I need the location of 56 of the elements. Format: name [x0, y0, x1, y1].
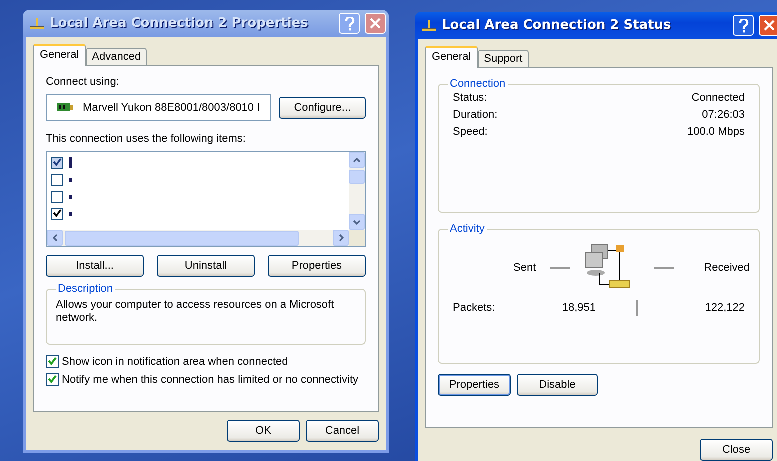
- checkbox[interactable]: [46, 355, 59, 368]
- tab[interactable]: Advanced: [86, 48, 148, 66]
- row-value: 07:26:03: [702, 109, 745, 121]
- scrollbar-thumb[interactable]: [65, 230, 299, 246]
- network-card-icon: [57, 102, 73, 113]
- status-action-button[interactable]: Disable: [517, 374, 598, 396]
- checkbox[interactable]: [46, 373, 59, 386]
- configure-button[interactable]: Configure...: [279, 96, 366, 118]
- help-button[interactable]: [733, 15, 754, 36]
- tab[interactable]: General: [33, 44, 86, 66]
- connect-using-label: Connect using:: [46, 76, 120, 88]
- scrollbar-corner: [349, 230, 365, 246]
- packets-sent: 18,951: [562, 302, 596, 314]
- row-value: 100.0 Mbps: [688, 126, 745, 138]
- received-label: Received: [704, 262, 750, 274]
- packets-label: Packets:: [453, 302, 496, 314]
- window-title: Local Area Connection 2 Properties: [50, 16, 310, 31]
- row-label: Duration:: [453, 109, 498, 121]
- dialog-button[interactable]: Cancel: [306, 420, 379, 442]
- help-icon: [738, 18, 748, 32]
- sent-label: Sent: [514, 262, 536, 274]
- option-label: Notify me when this connection has limited or no connectivity: [62, 374, 359, 386]
- group-title: Description: [57, 283, 114, 295]
- help-icon: [344, 16, 354, 30]
- list-action-button[interactable]: Install...: [46, 255, 144, 277]
- row-value: Connected: [692, 92, 745, 104]
- description-text: Allows your computer to access resources on a Microsoft network.: [56, 299, 336, 325]
- group-title: Activity: [449, 223, 486, 235]
- group-title: Connection: [449, 78, 507, 90]
- horizontal-scrollbar[interactable]: [47, 230, 349, 246]
- network-icon: [29, 18, 45, 30]
- scrollbar-thumb[interactable]: [349, 170, 365, 184]
- close-icon: [370, 18, 381, 29]
- checkbox[interactable]: [51, 174, 63, 186]
- tab[interactable]: Support: [478, 50, 529, 68]
- close-icon: [764, 20, 775, 31]
- checkbox[interactable]: [51, 208, 63, 220]
- checkbox[interactable]: [51, 156, 63, 168]
- close-dialog-button[interactable]: Close: [700, 439, 773, 461]
- list-action-button[interactable]: Uninstall: [157, 255, 255, 277]
- option-label: Show icon in notification area when connected: [62, 356, 288, 368]
- list-action-button[interactable]: Properties: [268, 255, 366, 277]
- row-label: Speed:: [453, 126, 488, 138]
- close-button[interactable]: [365, 13, 386, 34]
- close-button[interactable]: [759, 15, 777, 36]
- items-label: This connection uses the following items:: [46, 133, 247, 145]
- vertical-scrollbar[interactable]: [349, 152, 365, 230]
- checkbox[interactable]: [51, 190, 63, 202]
- row-label: Status:: [453, 92, 488, 104]
- adapter-field: Marvell Yukon 88E8001/8003/8010 I: [46, 94, 272, 121]
- packets-received: 122,122: [705, 302, 745, 314]
- tab[interactable]: General: [425, 46, 478, 68]
- window-title: Local Area Connection 2 Status: [442, 18, 672, 33]
- status-action-button[interactable]: Properties: [438, 374, 511, 396]
- dialog-button[interactable]: OK: [227, 420, 300, 442]
- network-icon: [421, 20, 437, 32]
